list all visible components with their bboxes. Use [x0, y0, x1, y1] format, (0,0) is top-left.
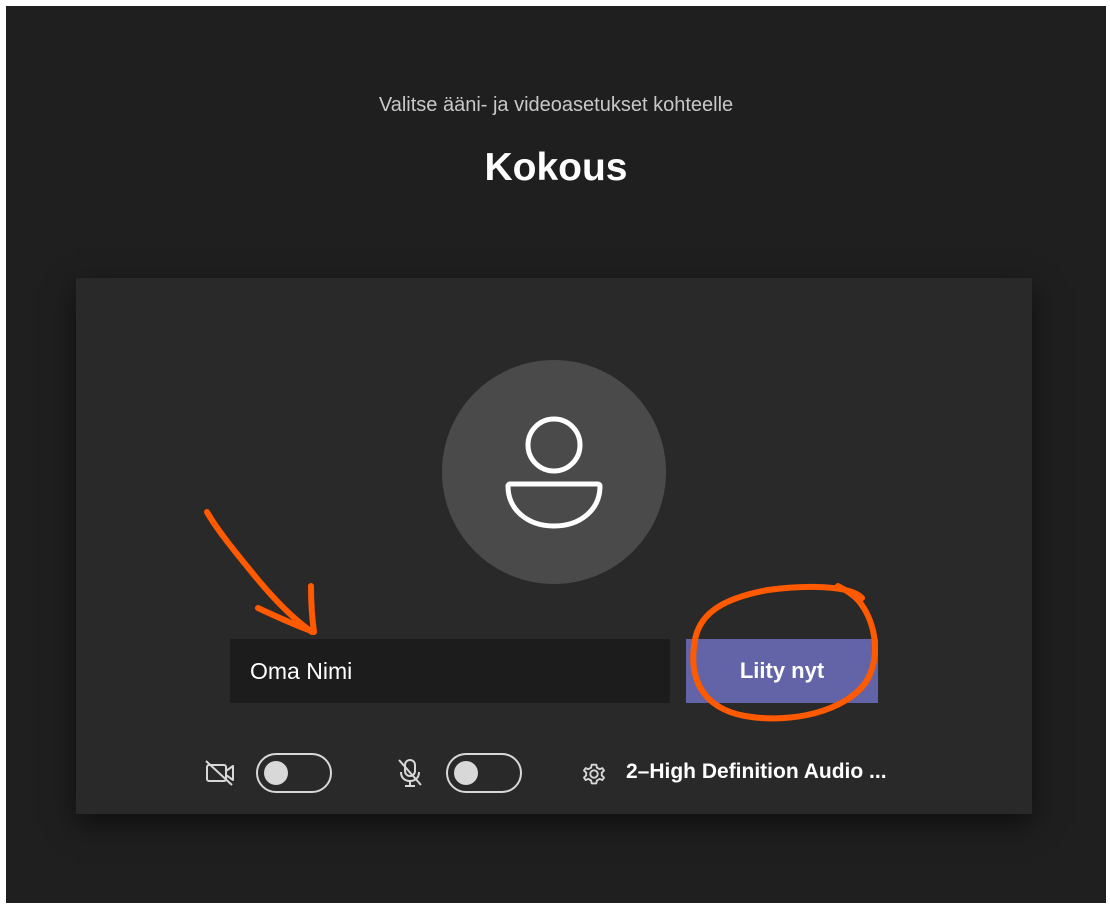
- name-input[interactable]: [230, 639, 670, 703]
- meeting-prejoin-window: Valitse ääni- ja videoasetukset kohteell…: [6, 6, 1106, 903]
- audio-device-label[interactable]: 2–High Definition Audio ...: [626, 760, 887, 784]
- meeting-title: Kokous: [484, 146, 628, 189]
- microphone-toggle-knob: [454, 761, 478, 785]
- avatar: [442, 360, 666, 584]
- camera-off-icon: [205, 760, 234, 786]
- join-now-button[interactable]: Liity nyt: [686, 639, 878, 703]
- camera-toggle[interactable]: [256, 753, 332, 793]
- prejoin-card: Liity nyt: [76, 278, 1032, 814]
- gear-icon[interactable]: [578, 758, 610, 790]
- person-icon: [505, 416, 603, 529]
- microphone-toggle[interactable]: [446, 753, 522, 793]
- mic-off-icon: [398, 759, 422, 787]
- device-controls: 2–High Definition Audio ...: [76, 748, 1032, 798]
- camera-toggle-knob: [264, 761, 288, 785]
- prejoin-subtitle: Valitse ääni- ja videoasetukset kohteell…: [378, 94, 734, 116]
